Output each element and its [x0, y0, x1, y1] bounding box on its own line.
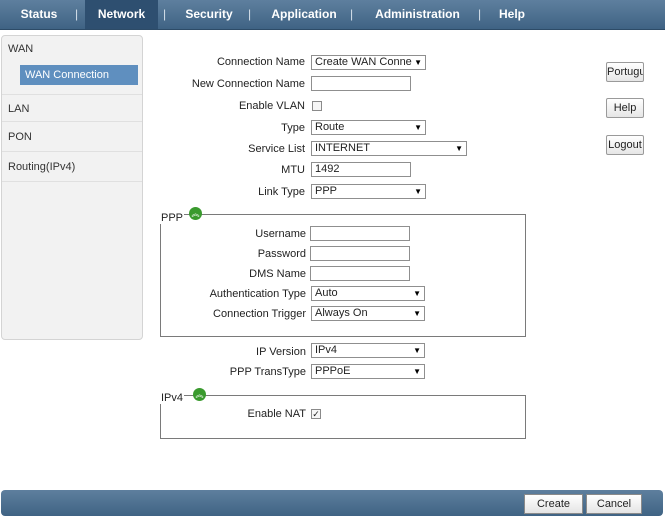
password-label: Password [257, 248, 306, 260]
ppp-transtype-select[interactable]: PPPoE ▼ [311, 364, 425, 379]
tab-security[interactable]: Security [176, 0, 242, 29]
enable-nat-checkbox[interactable]: ✓ [311, 409, 321, 419]
collapse-up-icon[interactable]: ︽ [189, 207, 202, 220]
ppp-transtype-label: PPP TransType [229, 366, 306, 378]
dms-name-input[interactable] [310, 266, 410, 281]
sidebar-item-wan-connection[interactable]: WAN Connection [20, 65, 138, 85]
tab-network[interactable]: Network [85, 0, 158, 29]
dropdown-arrow-icon: ▼ [414, 123, 422, 132]
checkmark-icon: ✓ [312, 409, 320, 419]
sidebar-item-pon[interactable]: PON [2, 123, 142, 152]
dropdown-arrow-icon: ▼ [455, 144, 463, 153]
nav-separator: | [350, 7, 354, 21]
top-navigation: Status | Network | Security | Applicatio… [0, 0, 665, 30]
service-list-value: INTERNET [315, 142, 370, 154]
nav-separator: | [163, 7, 167, 21]
language-button[interactable]: Portugu [606, 62, 644, 82]
connection-trigger-label: Connection Trigger [213, 308, 306, 320]
dropdown-arrow-icon: ▼ [413, 289, 421, 298]
cancel-button[interactable]: Cancel [586, 494, 642, 514]
dropdown-arrow-icon: ▼ [413, 346, 421, 355]
sidebar-item-wan[interactable]: WAN [2, 43, 148, 55]
sidebar: WAN WAN Connection LAN PON Routing(IPv4) [1, 35, 143, 340]
ipv4-group [160, 395, 526, 439]
connection-name-label: Connection Name [216, 56, 305, 68]
create-button[interactable]: Create [524, 494, 583, 514]
mtu-input[interactable]: 1492 [311, 162, 411, 177]
username-label: Username [255, 228, 306, 240]
type-select[interactable]: Route ▼ [311, 120, 426, 135]
logout-button[interactable]: Logout [606, 135, 644, 155]
connection-trigger-select[interactable]: Always On ▼ [311, 306, 425, 321]
service-list-select[interactable]: INTERNET ▼ [311, 141, 467, 156]
nav-separator: | [248, 7, 252, 21]
connection-name-select[interactable]: Create WAN Conne ▼ [311, 55, 426, 70]
enable-vlan-checkbox[interactable] [312, 101, 322, 111]
sidebar-item-routing-ipv4[interactable]: Routing(IPv4) [2, 153, 142, 182]
service-list-label: Service List [248, 143, 305, 155]
ip-version-select[interactable]: IPv4 ▼ [311, 343, 425, 358]
mtu-label: MTU [281, 164, 305, 176]
collapse-up-icon[interactable]: ︽ [193, 388, 206, 401]
dropdown-arrow-icon: ▼ [414, 58, 422, 67]
password-input[interactable] [310, 246, 410, 261]
ip-version-label: IP Version [256, 346, 306, 358]
tab-status[interactable]: Status [8, 0, 70, 29]
ppp-group-legend: PPP [160, 212, 185, 224]
authentication-type-value: Auto [315, 287, 338, 299]
link-type-label: Link Type [258, 186, 305, 198]
dropdown-arrow-icon: ▼ [413, 309, 421, 318]
username-input[interactable] [310, 226, 410, 241]
type-label: Type [281, 122, 305, 134]
link-type-value: PPP [315, 185, 338, 197]
authentication-type-select[interactable]: Auto ▼ [311, 286, 425, 301]
new-connection-name-input[interactable] [311, 76, 411, 91]
dropdown-arrow-icon: ▼ [414, 187, 422, 196]
tab-administration[interactable]: Administration [370, 0, 465, 29]
ppp-transtype-value: PPPoE [315, 365, 351, 377]
connection-trigger-value: Always On [315, 307, 368, 319]
nav-separator: | [75, 7, 79, 21]
sidebar-item-lan[interactable]: LAN [2, 94, 142, 122]
type-value: Route [315, 121, 345, 133]
dropdown-arrow-icon: ▼ [413, 367, 421, 376]
ipv4-group-legend: IPv4 [160, 392, 185, 404]
new-connection-name-label: New Connection Name [191, 78, 305, 90]
tab-help[interactable]: Help [494, 0, 530, 29]
help-button[interactable]: Help [606, 98, 644, 118]
enable-vlan-label: Enable VLAN [238, 100, 305, 112]
authentication-type-label: Authentication Type [209, 288, 306, 300]
tab-application[interactable]: Application [266, 0, 342, 29]
ip-version-value: IPv4 [315, 344, 338, 356]
connection-name-value: Create WAN Conne [315, 56, 412, 68]
dms-name-label: DMS Name [249, 268, 306, 280]
link-type-select[interactable]: PPP ▼ [311, 184, 426, 199]
enable-nat-label: Enable NAT [247, 408, 307, 420]
nav-separator: | [478, 7, 482, 21]
